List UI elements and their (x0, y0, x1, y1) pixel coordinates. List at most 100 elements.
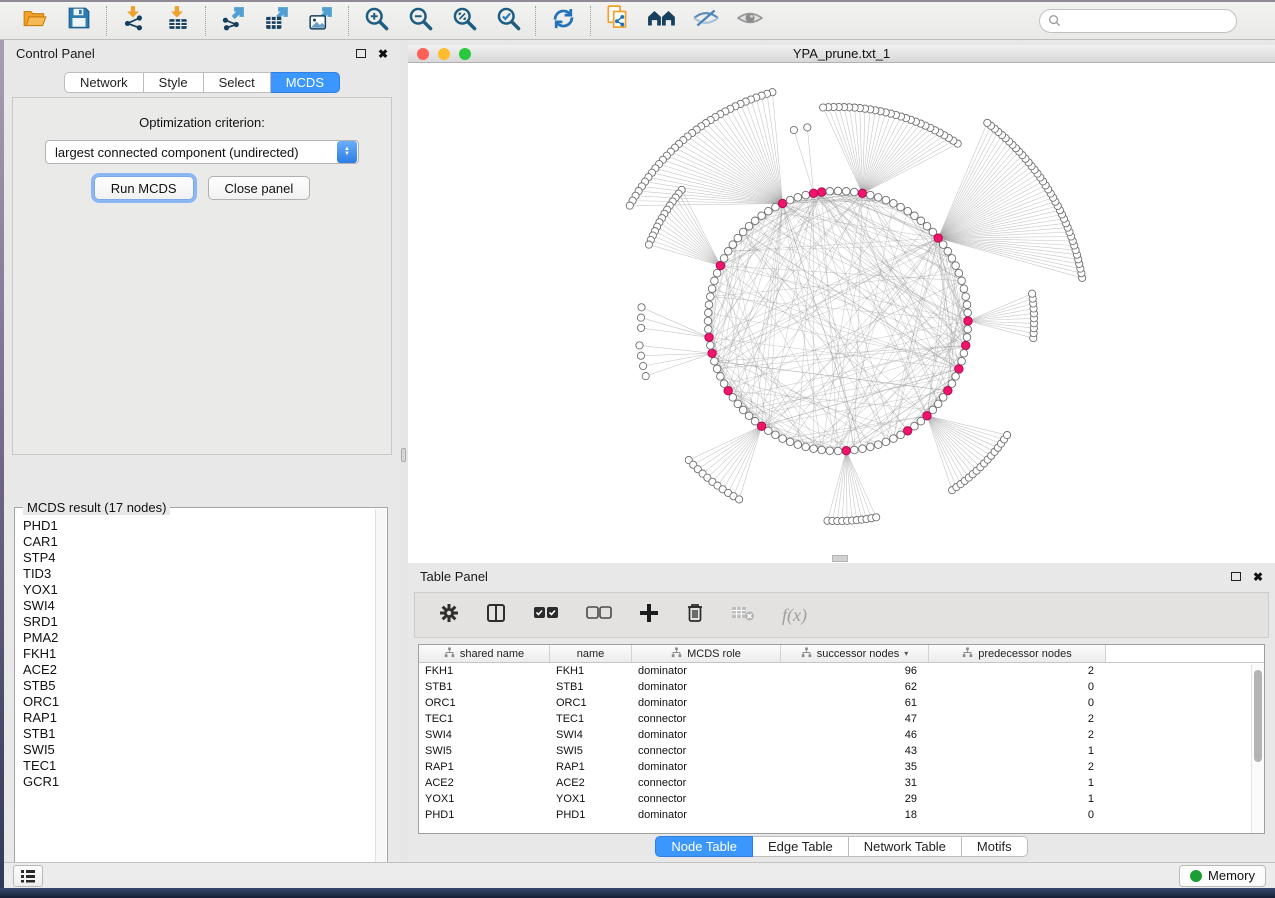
tab-node-table[interactable]: Node Table (655, 836, 753, 857)
delete-column-button[interactable] (686, 602, 704, 628)
import-network-button[interactable] (116, 6, 152, 36)
cell-shared-name: TEC1 (419, 711, 550, 727)
save-session-button[interactable] (61, 6, 97, 36)
select-all-button[interactable] (533, 606, 559, 625)
mcds-result-item[interactable]: STB5 (23, 678, 387, 694)
mcds-result-item[interactable]: TEC1 (23, 758, 387, 774)
column-header-predecessor-nodes[interactable]: predecessor nodes (929, 645, 1106, 662)
cell-name: PHD1 (550, 807, 632, 823)
cell-successor-nodes: 61 (781, 695, 929, 711)
float-panel-icon[interactable] (356, 49, 366, 58)
split-columns-button[interactable] (486, 603, 506, 628)
column-header-MCDS-role[interactable]: MCDS role (632, 645, 781, 662)
zoom-out-button[interactable] (402, 6, 438, 36)
mcds-result-item[interactable]: PMA2 (23, 630, 387, 646)
table-scrollbar-thumb[interactable] (1254, 670, 1262, 762)
open-file-button[interactable] (17, 6, 53, 36)
gear-button[interactable] (439, 603, 459, 628)
table-row[interactable]: YOX1YOX1connector291 (419, 791, 1264, 807)
tab-style[interactable]: Style (144, 72, 204, 93)
close-window-icon[interactable] (417, 48, 429, 60)
table-row[interactable]: SWI5SWI5connector431 (419, 743, 1264, 759)
close-panel-icon[interactable]: ✖ (1253, 571, 1263, 583)
column-header-successor-nodes[interactable]: successor nodes▾ (781, 645, 929, 662)
export-network-button[interactable] (215, 6, 251, 36)
table-scrollbar[interactable] (1251, 664, 1264, 833)
mcds-result-item[interactable]: SRD1 (23, 614, 387, 630)
mcds-result-item[interactable]: ACE2 (23, 662, 387, 678)
export-table-button[interactable] (259, 6, 295, 36)
cell-shared-name: SWI4 (419, 727, 550, 743)
vertical-splitter[interactable] (400, 40, 408, 862)
mcds-result-item[interactable]: RAP1 (23, 710, 387, 726)
hide-selected-button[interactable] (688, 6, 724, 36)
tab-edge-table[interactable]: Edge Table (753, 836, 849, 857)
tab-select[interactable]: Select (204, 72, 271, 93)
mcds-result-item[interactable]: STB1 (23, 726, 387, 742)
table-row[interactable]: TEC1TEC1connector472 (419, 711, 1264, 727)
float-panel-icon[interactable] (1231, 572, 1241, 581)
memory-status-icon (1190, 870, 1202, 882)
mcds-result-item[interactable]: TID3 (23, 566, 387, 582)
new-network-from-selection-button[interactable] (600, 6, 636, 36)
show-all-button[interactable] (732, 6, 768, 36)
close-panel-icon[interactable]: ✖ (378, 48, 388, 60)
mcds-result-item[interactable]: GCR1 (23, 774, 387, 790)
horizontal-splitter-handle[interactable] (832, 555, 848, 562)
tab-network-table[interactable]: Network Table (849, 836, 962, 857)
import-table-button[interactable] (160, 6, 196, 36)
search-box[interactable] (1039, 9, 1237, 33)
mcds-result-item[interactable]: YOX1 (23, 582, 387, 598)
select-all-icon (533, 606, 559, 625)
cell-predecessor-nodes: 0 (929, 679, 1106, 695)
table-row[interactable]: ACE2ACE2connector311 (419, 775, 1264, 791)
network-titlebar[interactable]: YPA_prune.txt_1 (408, 45, 1275, 63)
mcds-result-list[interactable]: PHD1CAR1STP4TID3YOX1SWI4SRD1PMA2FKH1ACE2… (15, 508, 387, 790)
tab-network[interactable]: Network (64, 72, 144, 93)
table-row[interactable]: RAP1RAP1dominator352 (419, 759, 1264, 775)
task-history-button[interactable] (13, 865, 43, 887)
mcds-result-item[interactable]: ORC1 (23, 694, 387, 710)
apply-layout-button[interactable] (545, 6, 581, 36)
splitter-handle[interactable] (401, 448, 406, 462)
zoom-in-button[interactable] (358, 6, 394, 36)
export-image-button[interactable] (303, 6, 339, 36)
mcds-panel: Optimization criterion: largest connecte… (12, 97, 392, 455)
deselect-all-button[interactable] (586, 606, 612, 625)
mcds-result-item[interactable]: CAR1 (23, 534, 387, 550)
search-input[interactable] (1066, 14, 1216, 28)
node-table: shared namenameMCDS rolesuccessor nodes▾… (418, 644, 1265, 834)
minimize-window-icon[interactable] (438, 48, 450, 60)
add-column-button[interactable] (639, 603, 659, 628)
criterion-select[interactable]: largest connected component (undirected)… (45, 140, 359, 164)
mcds-result-item[interactable]: FKH1 (23, 646, 387, 662)
tab-mcds[interactable]: MCDS (271, 72, 340, 93)
result-scrollbar[interactable] (375, 509, 386, 876)
network-canvas[interactable] (408, 63, 1275, 562)
tab-motifs[interactable]: Motifs (962, 836, 1028, 857)
mcds-result-item[interactable]: SWI4 (23, 598, 387, 614)
mcds-result-item[interactable]: STP4 (23, 550, 387, 566)
table-row[interactable]: FKH1FKH1dominator962 (419, 663, 1264, 679)
mcds-result-item[interactable]: SWI5 (23, 742, 387, 758)
run-mcds-button[interactable]: Run MCDS (94, 176, 194, 200)
function-builder-icon: f(x) (782, 605, 807, 626)
table-row[interactable]: ORC1ORC1dominator610 (419, 695, 1264, 711)
network-graph[interactable] (408, 63, 1275, 562)
zoom-fit-button[interactable] (446, 6, 482, 36)
table-row[interactable]: SWI4SWI4dominator462 (419, 727, 1264, 743)
table-row[interactable]: PHD1PHD1dominator180 (419, 807, 1264, 823)
column-header-shared-name[interactable]: shared name (419, 645, 550, 662)
memory-button[interactable]: Memory (1179, 865, 1266, 887)
cell-shared-name: STB1 (419, 679, 550, 695)
table-row[interactable]: STB1STB1dominator620 (419, 679, 1264, 695)
close-panel-button[interactable]: Close panel (208, 176, 311, 200)
network-view-window: YPA_prune.txt_1 (408, 45, 1275, 563)
save-session-icon (67, 6, 91, 35)
control-panel-title: Control Panel (16, 46, 95, 61)
zoom-selected-button[interactable] (490, 6, 526, 36)
column-header-name[interactable]: name (550, 645, 632, 662)
mcds-result-item[interactable]: PHD1 (23, 518, 387, 534)
first-neighbors-button[interactable] (644, 6, 680, 36)
maximize-window-icon[interactable] (459, 48, 471, 60)
